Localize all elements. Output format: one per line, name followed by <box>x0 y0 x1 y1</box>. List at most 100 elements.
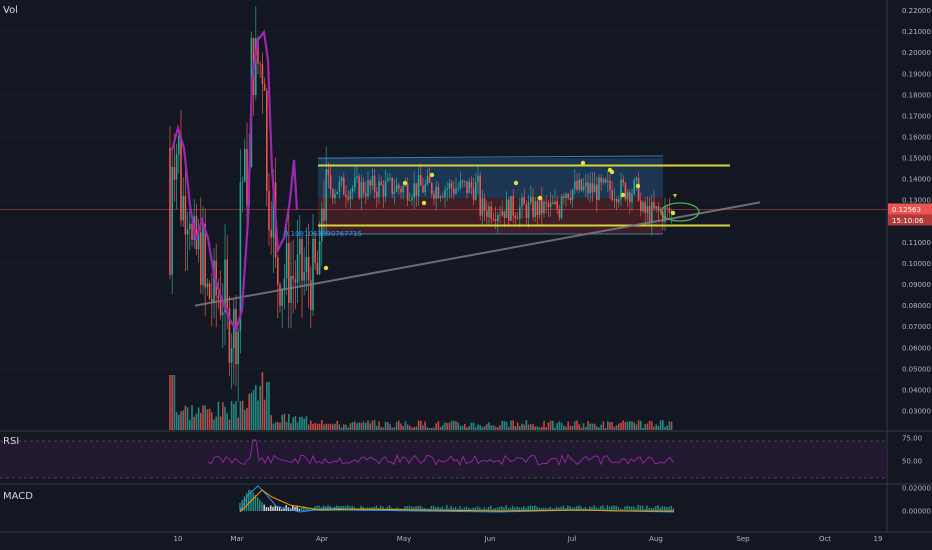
volume-bar <box>563 425 565 430</box>
candle-body <box>367 180 369 197</box>
candle-body <box>365 193 367 197</box>
volume-bar <box>200 413 202 430</box>
candle-body <box>455 188 457 194</box>
volume-bar <box>565 426 567 430</box>
volume-bar <box>272 423 275 430</box>
volume-bar <box>189 419 191 430</box>
volume-bar <box>261 372 264 430</box>
candle-body <box>560 196 563 218</box>
price-tick-label: 0.22000 <box>902 7 931 15</box>
volume-bar <box>431 427 433 430</box>
volume-bar <box>637 420 640 430</box>
volume-bar <box>193 416 195 430</box>
candle-body <box>336 191 338 194</box>
volume-bar <box>334 423 336 430</box>
time-tick-label: Apr <box>316 535 328 543</box>
volume-bar <box>486 424 488 430</box>
volume-bar <box>479 425 481 430</box>
volume-bar <box>424 421 426 430</box>
macd-histogram-bar <box>351 505 353 511</box>
volume-bar <box>626 421 629 430</box>
volume-bar <box>402 426 404 430</box>
candle-body <box>413 183 415 199</box>
candle-body <box>552 202 554 204</box>
macd-histogram-bar <box>259 499 261 511</box>
volume-bar <box>662 420 664 430</box>
volume-bar <box>246 407 248 430</box>
volume-bar <box>475 427 477 430</box>
volume-bar <box>461 425 464 430</box>
candle-body <box>426 176 429 185</box>
candle-body <box>607 180 609 183</box>
candle-body <box>598 177 600 200</box>
volume-bar <box>576 420 578 430</box>
volume-bar <box>646 423 649 430</box>
price-tick-label: 0.03000 <box>902 408 931 416</box>
signal-dot <box>609 169 615 175</box>
volume-bar <box>556 423 558 430</box>
candle-body <box>316 262 319 275</box>
volume-bar <box>428 427 431 430</box>
volume-bar <box>208 408 211 430</box>
volume-bar <box>569 425 572 430</box>
volume-bar <box>340 427 343 430</box>
candle-body <box>571 189 574 200</box>
volume-bar <box>175 412 178 430</box>
price-tick-label: 0.05000 <box>902 365 931 373</box>
candle-body <box>360 181 363 199</box>
volume-bar <box>395 422 398 430</box>
candle-body <box>587 182 589 194</box>
candle-body <box>343 177 345 195</box>
countdown-value: 15:10:06 <box>892 217 924 225</box>
volume-bar <box>406 424 409 430</box>
candle-body <box>237 331 239 365</box>
volume-bar <box>554 427 556 430</box>
volume-bar <box>310 420 312 430</box>
candle-body <box>373 175 376 192</box>
volume-bar <box>230 401 233 430</box>
time-tick-label: Sep <box>736 535 750 543</box>
macd-histogram-bar <box>261 502 263 511</box>
macd-tick-label: 0.02000 <box>902 485 931 493</box>
candle-body <box>653 202 655 209</box>
volume-bar <box>327 423 330 430</box>
macd-histogram-bar <box>639 505 642 511</box>
price-tick-label: 0.20000 <box>902 49 931 57</box>
volume-bar <box>349 423 352 430</box>
chart-canvas[interactable]: 0.03000 0.04000 0.05000 0.06000 0.07000 0.080… <box>0 0 932 550</box>
signal-dot <box>429 172 435 178</box>
candle-body <box>523 197 525 205</box>
candle-body <box>169 147 171 275</box>
candle-body <box>536 201 539 216</box>
volume-bar <box>239 401 242 430</box>
volume-bar <box>404 421 407 430</box>
volume-bar <box>303 418 305 430</box>
macd-histogram-bar <box>637 505 639 511</box>
volume-bar <box>552 420 554 430</box>
volume-bar <box>477 424 479 430</box>
candle-body <box>371 175 374 186</box>
volume-bar <box>442 425 444 430</box>
candle-body <box>222 312 224 316</box>
macd-histogram-bar <box>252 492 254 511</box>
volume-bar <box>299 416 301 430</box>
volume-bar <box>543 420 545 430</box>
candle-body <box>472 187 475 200</box>
candle-body <box>554 201 556 204</box>
candle-body <box>492 219 495 220</box>
volume-bar <box>468 426 470 430</box>
macd-histogram-bar <box>606 505 609 511</box>
candle-body <box>393 191 396 195</box>
volume-bar <box>521 423 523 430</box>
volume-bar <box>664 426 666 430</box>
macd-histogram-bar <box>344 505 347 511</box>
volume-bar <box>343 424 345 430</box>
volume-bar <box>351 422 354 430</box>
candle-body <box>171 166 173 275</box>
candle-body <box>428 176 431 184</box>
candle-body <box>637 177 640 201</box>
candle-body <box>175 154 178 180</box>
macd-histogram-bar <box>283 508 285 511</box>
candle-body <box>629 192 631 203</box>
volume-bar <box>655 424 657 430</box>
